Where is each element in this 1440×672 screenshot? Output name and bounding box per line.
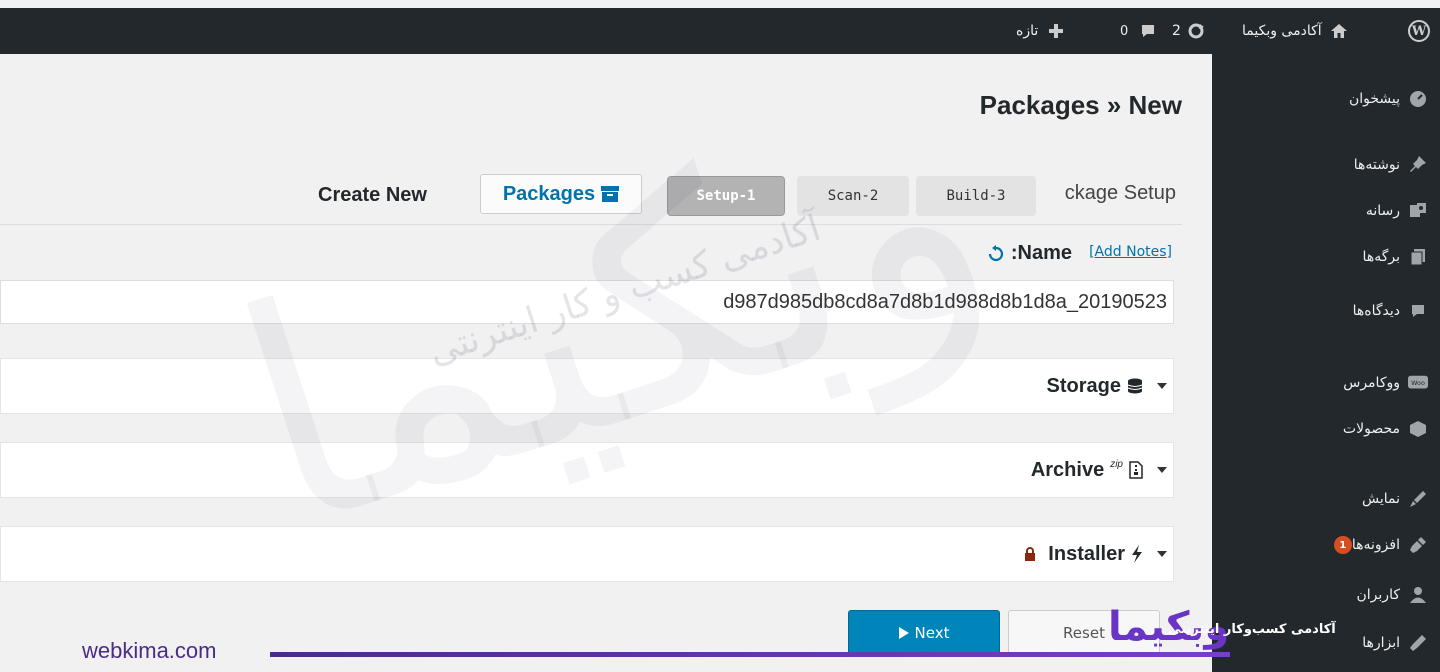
updates-menu[interactable]: 2 — [1172, 8, 1205, 54]
zip-file-icon — [1129, 461, 1143, 479]
home-icon — [1330, 23, 1348, 39]
wordpress-logo-icon: W — [1408, 20, 1430, 42]
installer-panel[interactable]: Installer — [0, 526, 1174, 582]
admin-sidebar: پیشخوان نوشته‌ها رسانه برگه‌ها دیدگاه‌ها… — [1212, 54, 1440, 672]
refresh-icon — [1187, 22, 1205, 40]
sidebar-item-label: برگه‌ها — [1362, 249, 1400, 265]
sidebar-item-products[interactable]: محصولات — [1212, 412, 1440, 446]
bolt-icon — [1131, 545, 1143, 563]
appearance-icon — [1408, 489, 1428, 509]
updates-count: 2 — [1172, 23, 1181, 39]
installer-label: Installer — [1048, 542, 1125, 565]
sidebar-item-dashboard[interactable]: پیشخوان — [1212, 82, 1440, 116]
sidebar-item-comments[interactable]: دیدگاه‌ها — [1212, 294, 1440, 328]
sidebar-item-label: ووکامرس — [1343, 375, 1400, 391]
sidebar-item-users[interactable]: کاربران — [1212, 578, 1440, 612]
sidebar-item-label: رسانه — [1365, 203, 1400, 219]
name-label-text: :Name — [1010, 242, 1072, 264]
footer-line — [270, 652, 1230, 657]
footer-url: webkima.com — [82, 638, 217, 663]
name-field-label: :Name — [987, 242, 1072, 265]
users-icon — [1408, 585, 1428, 605]
admin-bar: W آکادمی وبکیما 2 0 تازه — [0, 8, 1440, 54]
sidebar-item-label: نوشته‌ها — [1353, 157, 1400, 173]
sidebar-item-label: نمایش — [1361, 491, 1400, 507]
installer-panel-title: Installer — [1048, 543, 1143, 566]
page-title: Packages » New — [979, 90, 1182, 120]
archive-label: Archive — [1030, 458, 1105, 481]
sidebar-item-label: دیدگاه‌ها — [1352, 303, 1400, 319]
comments-icon — [1408, 301, 1428, 321]
sidebar-item-label: افزونه‌ها — [1351, 537, 1400, 553]
woo-icon: Woo — [1408, 373, 1428, 393]
media-icon — [1408, 201, 1428, 221]
comments-menu[interactable]: 0 — [1120, 8, 1156, 54]
chevron-down-icon — [1157, 551, 1167, 557]
site-name-menu[interactable]: آکادمی وبکیما — [1242, 8, 1348, 54]
sidebar-item-media[interactable]: رسانه — [1212, 194, 1440, 228]
plugins-icon — [1408, 535, 1428, 555]
plus-icon — [1048, 23, 1064, 39]
sidebar-item-pages[interactable]: برگه‌ها — [1212, 240, 1440, 274]
comment-bubble-icon — [1140, 23, 1156, 39]
pin-icon — [1408, 155, 1428, 175]
zip-superscript: zip — [1110, 458, 1123, 470]
products-icon — [1408, 419, 1428, 439]
sidebar-item-woocommerce[interactable]: Woo ووکامرس — [1212, 366, 1440, 400]
comments-count: 0 — [1120, 23, 1129, 39]
add-notes-link[interactable]: [Add Notes] — [1089, 244, 1172, 260]
storage-label: Storage — [1046, 374, 1121, 397]
sidebar-item-label: محصولات — [1342, 421, 1400, 437]
footer-branding: webkima.com وبکیما آکادمی کسب‌وکار اینتر… — [0, 604, 1440, 672]
new-content-menu[interactable]: تازه — [1016, 8, 1064, 54]
sidebar-item-appearance[interactable]: نمایش — [1212, 482, 1440, 516]
wp-logo-menu[interactable]: W — [1408, 8, 1430, 54]
archive-panel-title: Archive zip — [1031, 459, 1143, 482]
database-icon — [1127, 378, 1143, 394]
pages-icon — [1408, 247, 1428, 267]
sidebar-item-label: کاربران — [1356, 587, 1400, 603]
svg-text:Woo: Woo — [1411, 380, 1425, 387]
lock-icon — [1024, 547, 1036, 561]
sidebar-item-label: پیشخوان — [1348, 91, 1400, 107]
sidebar-item-posts[interactable]: نوشته‌ها — [1212, 148, 1440, 182]
step-heading: ckage Setup — [1064, 182, 1176, 204]
storage-panel-title: Storage — [1047, 375, 1143, 398]
footer-tagline: آکادمی کسب‌وکار اینترنتی — [1168, 622, 1336, 637]
chevron-down-icon — [1157, 383, 1167, 389]
sidebar-item-plugins[interactable]: افزونه‌ها 1 — [1212, 528, 1440, 562]
dashboard-icon — [1408, 89, 1428, 109]
chevron-down-icon — [1157, 467, 1167, 473]
new-label: تازه — [1016, 23, 1039, 39]
plugins-update-badge: 1 — [1333, 536, 1352, 554]
site-name-label: آکادمی وبکیما — [1242, 23, 1322, 39]
